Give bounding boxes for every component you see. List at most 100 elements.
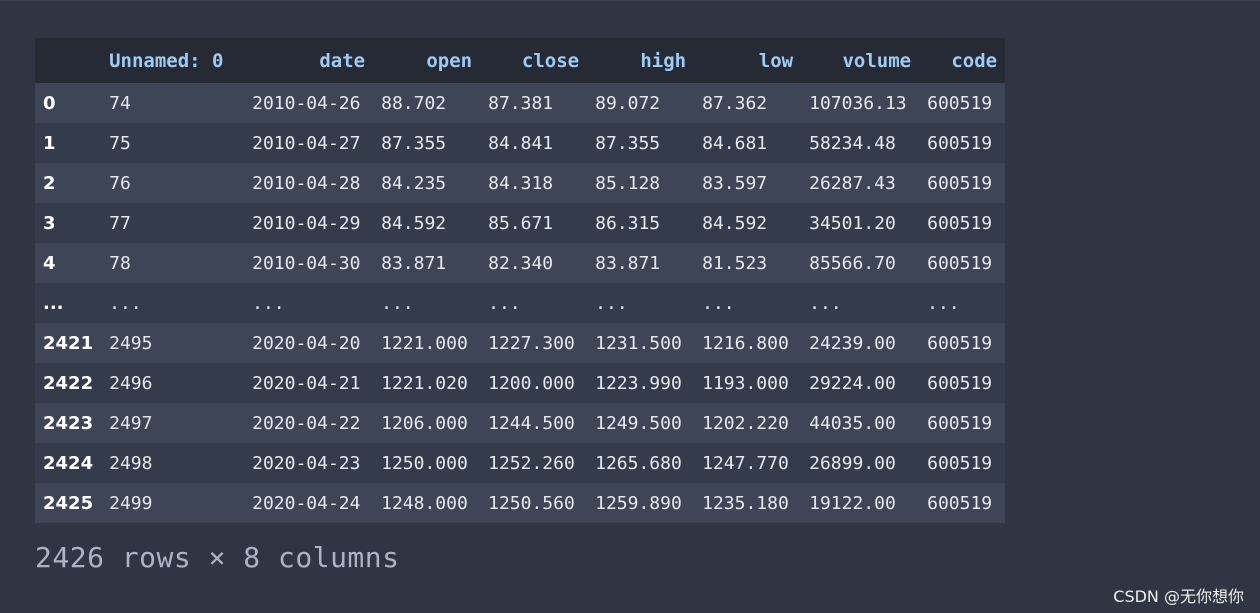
row-index-cell: 1 [43,132,56,154]
cell-code: 600519 [927,92,993,114]
cell-close: 1244.500 [488,412,575,434]
cell-low: 81.523 [702,252,768,274]
table-row: 2422 2496 2020-04-21 1221.020 1200.000 1223.9… [35,363,1006,403]
cell-date: 2010-04-26 [252,92,361,114]
cell-date: 2010-04-30 [252,252,361,274]
cell-unnamed: 2497 [109,412,153,434]
table-row: 2 76 2010-04-28 84.235 84.318 85.128 83.597 262… [35,163,1006,203]
column-header-code: code [951,49,998,72]
cell-close: 1200.000 [488,372,575,394]
column-header-close: close [521,49,580,72]
cell-low: 1235.180 [702,492,789,514]
cell-open: 1221.000 [381,332,468,354]
cell-code: 600519 [927,412,993,434]
cell-close: 84.841 [488,132,554,154]
column-header-high: high [640,49,687,72]
cell-high: 1265.680 [595,452,682,474]
top-divider [0,0,1260,1]
table-row: 2423 2497 2020-04-22 1206.000 1244.500 1249.5… [35,403,1006,443]
row-index-cell: 2422 [43,372,94,394]
cell-code: 600519 [927,212,993,234]
dataframe-shape-summary: 2426 rows × 8 columns [35,541,400,574]
row-index-cell: 4 [43,252,56,274]
cell-volume: 26899.00 [809,452,896,474]
cell-open: ... [381,292,414,314]
cell-low: ... [702,292,735,314]
cell-unnamed: 2495 [109,332,153,354]
csdn-watermark: CSDN @无你想你 [1113,587,1244,606]
table-row: 1 75 2010-04-27 87.355 84.841 87.355 84.681 582… [35,123,1006,163]
cell-volume: 29224.00 [809,372,896,394]
cell-unnamed: ... [109,292,142,314]
cell-volume: 26287.43 [809,172,896,194]
cell-high: 87.355 [595,132,661,154]
cell-code: 600519 [927,172,993,194]
column-header-date: date [319,49,366,72]
cell-unnamed: 78 [109,252,131,274]
column-header-low: low [758,49,794,72]
cell-high: 85.128 [595,172,661,194]
table-row: 0 74 2010-04-26 88.702 87.381 89.072 87.362 107… [35,83,1006,123]
column-header-volume: volume [842,49,912,72]
cell-open: 1221.020 [381,372,468,394]
cell-date: 2010-04-29 [252,212,361,234]
cell-volume: 19122.00 [809,492,896,514]
cell-low: 84.592 [702,212,768,234]
cell-date: 2010-04-28 [252,172,361,194]
row-index-cell: 2421 [43,332,94,354]
cell-code: ... [927,292,960,314]
table-header-row: Unnamed: 0 date open close high low volu… [35,38,1006,83]
cell-unnamed: 75 [109,132,131,154]
cell-high: ... [595,292,628,314]
cell-date: 2020-04-24 [252,492,361,514]
cell-high: 1249.500 [595,412,682,434]
index-header [35,38,101,83]
cell-high: 89.072 [595,92,661,114]
cell-date: 2020-04-20 [252,332,361,354]
cell-close: 82.340 [488,252,554,274]
cell-low: 1247.770 [702,452,789,474]
cell-open: 88.702 [381,92,447,114]
cell-volume: ... [809,292,842,314]
cell-open: 1206.000 [381,412,468,434]
cell-unnamed: 77 [109,212,131,234]
row-index-cell: ... [43,292,64,314]
table-row: 2424 2498 2020-04-23 1250.000 1252.260 1265.6… [35,443,1006,483]
cell-close: 1227.300 [488,332,575,354]
cell-low: 83.597 [702,172,768,194]
cell-high: 1259.890 [595,492,682,514]
cell-unnamed: 2499 [109,492,153,514]
cell-volume: 34501.20 [809,212,896,234]
cell-volume: 24239.00 [809,332,896,354]
cell-code: 600519 [927,332,993,354]
cell-volume: 85566.70 [809,252,896,274]
cell-open: 84.235 [381,172,447,194]
cell-open: 87.355 [381,132,447,154]
row-index-cell: 0 [43,92,56,114]
cell-close: ... [488,292,521,314]
cell-open: 84.592 [381,212,447,234]
table-row: 3 77 2010-04-29 84.592 85.671 86.315 84.592 345… [35,203,1006,243]
cell-volume: 44035.00 [809,412,896,434]
row-index-cell: 2424 [43,452,94,474]
cell-unnamed: 76 [109,172,131,194]
cell-date: 2020-04-21 [252,372,361,394]
cell-date: 2010-04-27 [252,132,361,154]
cell-close: 1250.560 [488,492,575,514]
row-index-cell: 3 [43,212,56,234]
cell-close: 1252.260 [488,452,575,474]
cell-date: 2020-04-23 [252,452,361,474]
cell-code: 600519 [927,372,993,394]
cell-code: 600519 [927,252,993,274]
table-row: 2421 2495 2020-04-20 1221.000 1227.300 1231.5… [35,323,1006,363]
cell-volume: 107036.13 [809,92,907,114]
cell-open: 1250.000 [381,452,468,474]
table-row: 2425 2499 2020-04-24 1248.000 1250.560 1259.8… [35,483,1006,523]
cell-close: 84.318 [488,172,554,194]
cell-high: 1231.500 [595,332,682,354]
table-body: 0 74 2010-04-26 88.702 87.381 89.072 87.362 107… [35,83,1006,523]
cell-date: 2020-04-22 [252,412,361,434]
cell-high: 86.315 [595,212,661,234]
cell-low: 1193.000 [702,372,789,394]
cell-low: 87.362 [702,92,768,114]
